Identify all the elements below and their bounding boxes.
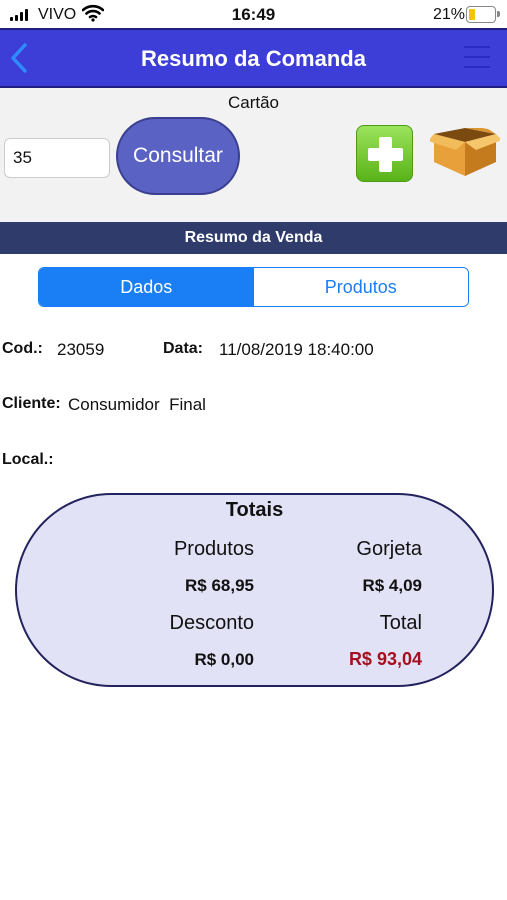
card-number-input[interactable] xyxy=(4,138,110,178)
page-title: Resumo da Comanda xyxy=(141,46,366,71)
hamburger-menu-icon[interactable] xyxy=(464,46,490,70)
segmented-control: Dados Produtos xyxy=(38,267,469,307)
box-icon[interactable] xyxy=(430,128,500,180)
discount-label: Desconto xyxy=(169,612,255,634)
card-label: Cartão xyxy=(227,93,280,112)
total-label: Total xyxy=(379,612,422,634)
status-bar: VIVO 16:49 21% xyxy=(0,0,507,30)
battery-icon xyxy=(466,6,500,23)
tab-dados[interactable]: Dados xyxy=(39,268,254,306)
date-label: Data: xyxy=(163,340,204,357)
cod-label: Cod.: xyxy=(2,340,43,357)
date-value: 11/08/2019 18:40:00 xyxy=(219,340,374,359)
discount-value: R$ 0,00 xyxy=(194,650,254,669)
cod-value: 23059 xyxy=(57,340,105,359)
products-label: Produtos xyxy=(173,538,254,560)
navigation-bar: Resumo da Comanda xyxy=(0,28,507,88)
local-label: Local.: xyxy=(2,451,54,468)
clock: 16:49 xyxy=(231,5,276,24)
battery-percent: 21% xyxy=(433,6,466,23)
tip-label: Gorjeta xyxy=(356,538,422,560)
consult-button[interactable]: Consultar xyxy=(116,117,240,195)
client-value: Consumidor Final xyxy=(68,395,206,414)
total-value: R$ 93,04 xyxy=(348,649,422,669)
totals-panel: Totais Produtos Gorjeta R$ 68,95 R$ 4,09… xyxy=(15,493,494,687)
client-label: Cliente: xyxy=(2,395,61,412)
section-header: Resumo da Venda xyxy=(0,222,507,254)
tip-value: R$ 4,09 xyxy=(362,576,422,595)
tab-produtos[interactable]: Produtos xyxy=(253,268,468,306)
card-lookup-panel: Cartão Consultar xyxy=(0,88,507,222)
products-value: R$ 68,95 xyxy=(185,576,254,595)
totals-title: Totais xyxy=(225,499,284,521)
plus-icon[interactable] xyxy=(356,125,413,182)
